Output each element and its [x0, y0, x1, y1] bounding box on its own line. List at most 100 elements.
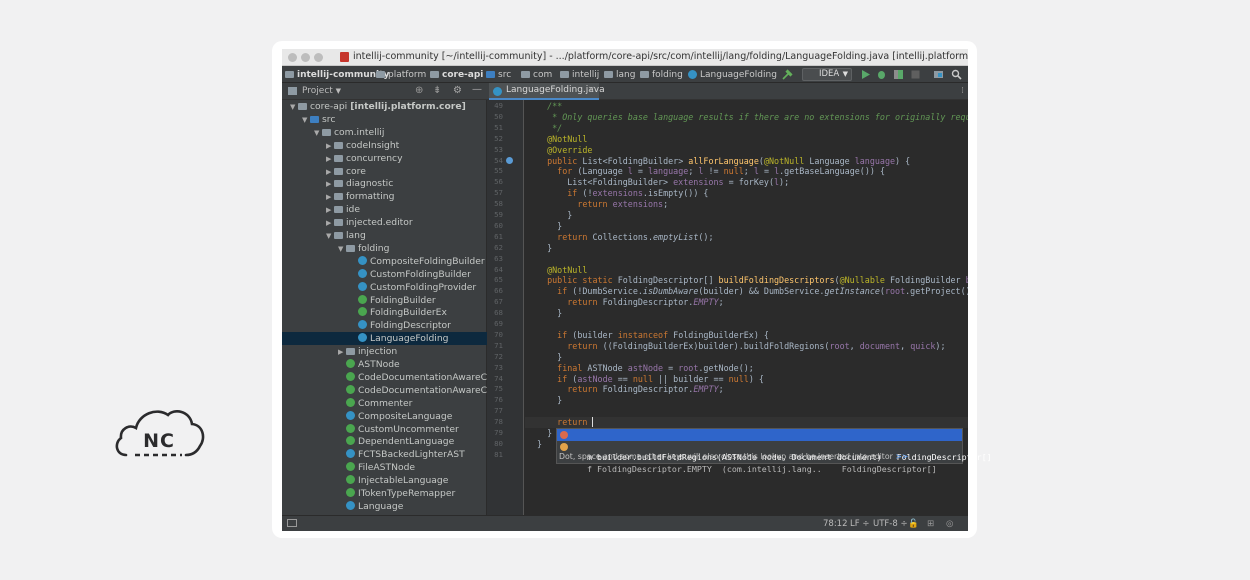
stop-icon[interactable] [910, 69, 921, 80]
tree-item[interactable]: ▼ folding [282, 242, 487, 255]
collapse-arrow-icon[interactable]: ▶ [326, 153, 334, 165]
line-separator[interactable]: LF ÷ [850, 519, 869, 529]
run-configuration-dropdown[interactable]: IDEA ▼ [802, 68, 852, 81]
tree-item[interactable]: FoldingBuilder [282, 294, 487, 307]
close-window-button[interactable] [288, 53, 297, 62]
run-icon[interactable] [860, 69, 871, 80]
code-line[interactable]: for (Language l = language; l != null; l… [537, 166, 885, 177]
tree-item[interactable]: CompositeLanguage [282, 410, 487, 423]
tool-windows-icon[interactable] [287, 519, 297, 527]
file-encoding[interactable]: UTF-8 ÷ [873, 519, 908, 529]
project-structure-icon[interactable] [933, 69, 944, 80]
lock-icon[interactable]: 🔓 [908, 519, 919, 529]
tree-item[interactable]: CodeDocumentationAwareCo [282, 371, 487, 384]
git-icon[interactable]: ⊞ [927, 519, 934, 529]
tree-item[interactable]: LanguageFolding [282, 332, 487, 346]
debug-bug-icon[interactable] [876, 69, 887, 80]
split-tabs-icon[interactable]: ⁞ [961, 86, 964, 96]
tree-item[interactable]: FoldingBuilderEx [282, 306, 487, 319]
collapse-arrow-icon[interactable]: ▶ [326, 140, 334, 152]
tree-item[interactable]: CustomUncommenter [282, 423, 487, 436]
tree-item[interactable]: ▼ core-api [intellij.platform.core] [282, 100, 487, 113]
tree-item[interactable]: ▶ ide [282, 203, 487, 216]
breadcrumb-platform[interactable]: platform [376, 66, 426, 83]
code-line[interactable]: if (astNode == null || builder == null) … [537, 374, 764, 385]
code-line[interactable]: public static FoldingDescriptor[] buildF… [537, 275, 968, 286]
tree-item[interactable]: ▼ com.intellij [282, 126, 487, 139]
tab-languagefolding[interactable]: LanguageFolding.java × [489, 83, 605, 100]
completion-item[interactable]: m builder.buildFoldRegions(ASTNode node,… [557, 429, 992, 462]
tree-item[interactable]: ▶ injection [282, 345, 487, 358]
tree-item[interactable]: ▶ injected.editor [282, 216, 487, 229]
tree-item[interactable]: ▶ codeInsight [282, 139, 487, 152]
hide-panel-icon[interactable]: — [472, 84, 482, 95]
code-line[interactable]: public List<FoldingBuilder> allForLangua… [537, 156, 910, 167]
code-line[interactable]: } [537, 210, 572, 221]
tree-item[interactable]: ITokenTypeRemapper [282, 487, 487, 500]
breadcrumb-folding[interactable]: folding [640, 66, 683, 83]
completion-item[interactable]: f FoldingDescriptor.EMPTY (com.intellij.… [557, 441, 962, 474]
tree-item[interactable]: ▼ src [282, 113, 487, 126]
breadcrumb-languagefolding[interactable]: LanguageFolding [688, 66, 777, 83]
tree-item[interactable]: Commenter [282, 397, 487, 410]
code-line[interactable]: if (!DumbService.isDumbAware(builder) &&… [537, 286, 968, 297]
expand-arrow-icon[interactable]: ▼ [314, 127, 322, 139]
tree-item[interactable]: ▶ concurrency [282, 152, 487, 165]
code-line[interactable]: return Collections.emptyList(); [537, 232, 713, 243]
tree-item[interactable]: FileASTNode [282, 461, 487, 474]
code-line[interactable]: return FoldingDescriptor.EMPTY; [537, 384, 723, 395]
expand-arrow-icon[interactable]: ▼ [326, 230, 334, 242]
gear-icon[interactable]: ⚙ [453, 85, 462, 96]
project-view-dropdown[interactable]: Project ▼ [302, 86, 341, 96]
expand-arrow-icon[interactable]: ▼ [290, 101, 298, 113]
code-line[interactable]: @Override [537, 145, 592, 156]
code-line[interactable]: List<FoldingBuilder> extensions = forKey… [537, 177, 789, 188]
code-line[interactable]: } [537, 308, 562, 319]
caret-position[interactable]: 78:12 [823, 519, 848, 529]
tree-item[interactable]: Language [282, 500, 487, 513]
tree-item[interactable]: ASTNode [282, 358, 487, 371]
collapse-arrow-icon[interactable]: ▶ [338, 346, 346, 358]
breadcrumb-core-api[interactable]: core-api [430, 66, 483, 83]
code-line[interactable]: if (builder instanceof FoldingBuilderEx)… [537, 330, 769, 341]
collapse-arrow-icon[interactable]: ▶ [326, 178, 334, 190]
breadcrumb-com[interactable]: com [521, 66, 552, 83]
code-line[interactable]: return FoldingDescriptor.EMPTY; [537, 297, 723, 308]
code-line[interactable]: } [537, 439, 542, 450]
tree-item[interactable]: ▶ core [282, 165, 487, 178]
zoom-window-button[interactable] [314, 53, 323, 62]
code-line[interactable]: final ASTNode astNode = root.getNode(); [537, 363, 754, 374]
code-line[interactable]: /** [537, 101, 562, 112]
tree-item[interactable]: CompositeFoldingBuilder [282, 255, 487, 268]
collapse-all-icon[interactable]: ⇟ [433, 85, 441, 96]
tree-item[interactable]: CustomFoldingProvider [282, 281, 487, 294]
collapse-arrow-icon[interactable]: ▶ [326, 217, 334, 229]
tree-item[interactable]: DependentLanguage [282, 435, 487, 448]
tree-item[interactable]: CodeDocumentationAwareCo [282, 384, 487, 397]
code-line[interactable]: @NotNull [537, 134, 587, 145]
tree-item[interactable]: ▶ formatting [282, 190, 487, 203]
code-line[interactable]: return extensions; [537, 199, 668, 210]
code-line[interactable]: } [537, 221, 562, 232]
code-completion-popup[interactable]: m builder.buildFoldRegions(ASTNode node,… [556, 428, 992, 474]
expand-arrow-icon[interactable]: ▼ [302, 114, 310, 126]
breadcrumb-intellij[interactable]: intellij [560, 66, 599, 83]
collapse-arrow-icon[interactable]: ▶ [326, 204, 334, 216]
code-line[interactable]: } [537, 395, 562, 406]
tree-item[interactable]: InjectableLanguage [282, 474, 487, 487]
tree-item[interactable]: FoldingDescriptor [282, 319, 487, 332]
tree-item[interactable]: CustomFoldingBuilder [282, 268, 487, 281]
locate-file-icon[interactable]: ⊕ [415, 85, 423, 96]
code-line[interactable]: if (!extensions.isEmpty()) { [537, 188, 708, 199]
editor-gutter[interactable]: 49 50 51 52 53 54 55 56 57 58 59 60 61 62 63 64 65 66 67 68… [487, 100, 524, 515]
tree-item[interactable]: ▼ lang [282, 229, 487, 242]
tree-item[interactable]: FCTSBackedLighterAST [282, 448, 487, 461]
breadcrumb-lang[interactable]: lang [604, 66, 635, 83]
code-line[interactable]: * Only queries base language results if … [537, 112, 968, 123]
code-line[interactable]: */ [537, 123, 562, 134]
expand-arrow-icon[interactable]: ▼ [338, 243, 346, 255]
breadcrumb-src[interactable]: src [486, 66, 511, 83]
code-line[interactable]: return ((FoldingBuilderEx)builder).build… [537, 341, 945, 352]
tree-item[interactable]: ▶ diagnostic [282, 177, 487, 190]
code-line[interactable]: } [537, 243, 552, 254]
